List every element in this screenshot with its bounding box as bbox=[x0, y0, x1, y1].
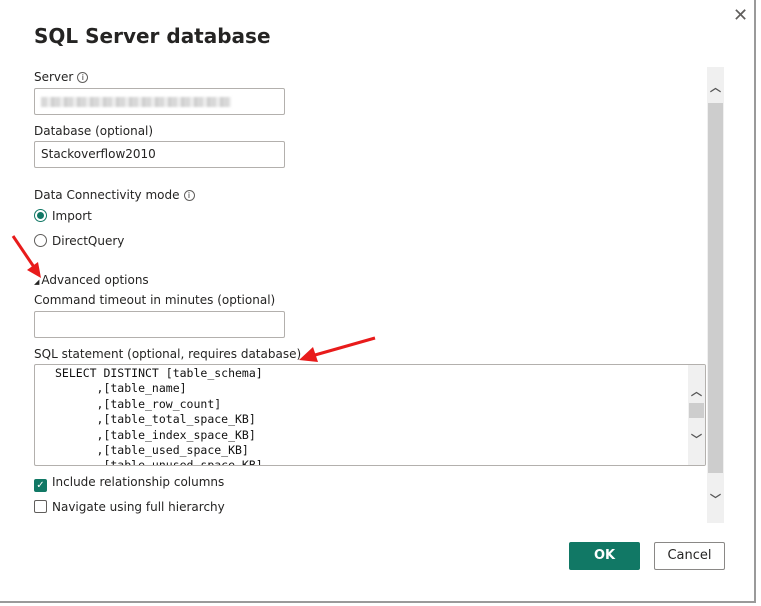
info-icon[interactable]: i bbox=[77, 72, 89, 83]
checkbox-label: Include relationship columns bbox=[52, 475, 225, 489]
server-label: Server i bbox=[34, 70, 89, 84]
timeout-input[interactable] bbox=[34, 311, 285, 338]
checkmark-icon[interactable]: ✓ bbox=[34, 479, 47, 492]
checkbox-include-relationship[interactable]: ✓ Include relationship columns bbox=[34, 475, 224, 492]
connectivity-label: Data Connectivity mode i bbox=[34, 188, 195, 202]
connectivity-label-text: Data Connectivity mode bbox=[34, 188, 180, 202]
radio-import-label: Import bbox=[52, 209, 92, 223]
sql-scrollbar-thumb[interactable] bbox=[689, 403, 704, 418]
radio-directquery-label: DirectQuery bbox=[52, 234, 125, 248]
sql-label: SQL statement (optional, requires databa… bbox=[34, 347, 302, 361]
info-icon[interactable]: i bbox=[183, 190, 195, 201]
chevron-up-icon[interactable]: ︿ bbox=[688, 383, 705, 399]
chevron-down-icon[interactable]: ﹀ bbox=[707, 491, 724, 507]
advanced-options-toggle[interactable]: ◢ Advanced options bbox=[34, 273, 149, 287]
database-label: Database (optional) bbox=[34, 124, 154, 138]
sql-server-database-dialog: SQL Server database ✕ Server i Database (… bbox=[0, 0, 756, 603]
sql-text[interactable]: SELECT DISTINCT [table_schema] ,[table_n… bbox=[35, 365, 705, 465]
chevron-down-icon[interactable]: ﹀ bbox=[688, 431, 705, 447]
annotation-arrow-advanced bbox=[11, 235, 41, 278]
checkbox-navigate-hierarchy[interactable]: Navigate using full hierarchy bbox=[34, 500, 225, 514]
checkbox-empty-icon[interactable] bbox=[34, 500, 47, 513]
advanced-options-label: Advanced options bbox=[41, 273, 149, 287]
dialog-scrollbar-thumb[interactable] bbox=[708, 103, 723, 473]
ok-button[interactable]: OK bbox=[569, 542, 640, 570]
server-label-text: Server bbox=[34, 70, 74, 84]
checkbox-label: Navigate using full hierarchy bbox=[52, 500, 225, 514]
annotation-arrow-sql bbox=[299, 336, 376, 362]
sql-scrollbar[interactable]: ︿ ﹀ bbox=[688, 365, 705, 465]
chevron-up-icon[interactable]: ︿ bbox=[707, 79, 724, 95]
radio-import[interactable]: Import bbox=[34, 209, 92, 223]
blurred-server-value bbox=[41, 97, 231, 107]
timeout-label: Command timeout in minutes (optional) bbox=[34, 293, 276, 307]
server-input[interactable] bbox=[34, 88, 285, 115]
close-icon[interactable]: ✕ bbox=[733, 5, 748, 26]
radio-selected-icon[interactable] bbox=[34, 209, 47, 222]
cancel-button[interactable]: Cancel bbox=[654, 542, 725, 570]
dialog-scrollbar[interactable]: ︿ ﹀ bbox=[707, 67, 724, 523]
dialog-title: SQL Server database bbox=[34, 24, 271, 48]
sql-statement-textarea[interactable]: SELECT DISTINCT [table_schema] ,[table_n… bbox=[34, 364, 706, 466]
database-input[interactable]: Stackoverflow2010 bbox=[34, 141, 285, 168]
